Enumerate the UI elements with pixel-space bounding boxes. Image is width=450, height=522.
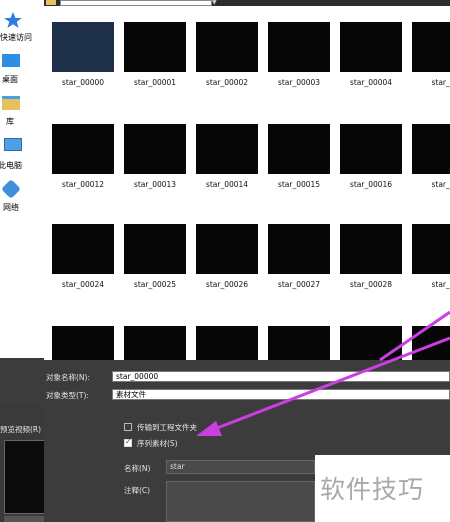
file-grid: star_00000 star_00001 star_00002 star_00003… [44, 6, 450, 360]
network-icon [1, 179, 21, 199]
sidebar-item-label: 网络 [3, 203, 19, 212]
desktop-icon [2, 54, 20, 67]
file-thumbnail[interactable] [124, 22, 186, 72]
watermark-text: 软件技巧 [320, 475, 425, 504]
file-name-label: star_0 [431, 180, 450, 189]
star-icon [4, 12, 22, 28]
file-thumbnail[interactable] [124, 124, 186, 174]
object-name-input[interactable]: star_00000 [112, 371, 450, 382]
file-thumbnail[interactable] [124, 224, 186, 274]
library-icon [2, 96, 20, 110]
file-thumbnail[interactable] [412, 224, 450, 274]
object-name-label: 对象名称(N): [46, 373, 90, 382]
file-thumbnail[interactable] [52, 22, 114, 72]
chevron-down-icon[interactable]: ▼ [212, 0, 220, 6]
sequence-label: 序列素材(S) [137, 439, 178, 448]
transfer-checkbox[interactable] [124, 423, 132, 431]
file-thumbnail[interactable] [340, 326, 402, 360]
file-thumbnail[interactable] [412, 326, 450, 360]
file-thumbnail[interactable] [196, 22, 258, 72]
file-thumbnail[interactable] [196, 124, 258, 174]
file-thumbnail[interactable] [268, 326, 330, 360]
transfer-label: 传输到工程文件夹 [137, 423, 197, 432]
object-type-label: 对象类型(T): [46, 391, 89, 400]
file-thumbnail[interactable] [412, 22, 450, 72]
sidebar-item-label: 此电脑 [0, 161, 22, 170]
folder-icon [46, 0, 56, 5]
file-name-label: star_0 [431, 78, 450, 87]
seq-name-input[interactable]: star [166, 460, 315, 474]
file-thumbnail[interactable] [340, 224, 402, 274]
preview-label: 预览视频(R) [0, 425, 42, 434]
seq-name-label: 名称(N) [124, 464, 151, 473]
file-thumbnail[interactable] [196, 224, 258, 274]
file-thumbnail[interactable] [268, 22, 330, 72]
sidebar: 快速访问 桌面 库 此电脑 网络 [0, 0, 44, 358]
object-type-select[interactable]: 素材文件 [112, 389, 450, 400]
file-thumbnail[interactable] [268, 124, 330, 174]
note-label: 注释(C) [124, 486, 151, 495]
file-thumbnail[interactable] [52, 326, 114, 360]
file-name-label: star_0 [431, 280, 450, 289]
note-textarea[interactable] [166, 481, 315, 522]
file-thumbnail[interactable] [52, 224, 114, 274]
sequence-checkbox[interactable] [124, 437, 132, 447]
file-thumbnail[interactable] [52, 124, 114, 174]
sidebar-item-label: 快速访问 [0, 33, 32, 42]
sidebar-item-label: 桌面 [2, 75, 18, 84]
file-thumbnail[interactable] [412, 124, 450, 174]
file-thumbnail[interactable] [340, 124, 402, 174]
file-thumbnail[interactable] [196, 326, 258, 360]
file-thumbnail[interactable] [268, 224, 330, 274]
computer-icon [4, 138, 22, 151]
file-thumbnail[interactable] [340, 22, 402, 72]
file-thumbnail[interactable] [124, 326, 186, 360]
